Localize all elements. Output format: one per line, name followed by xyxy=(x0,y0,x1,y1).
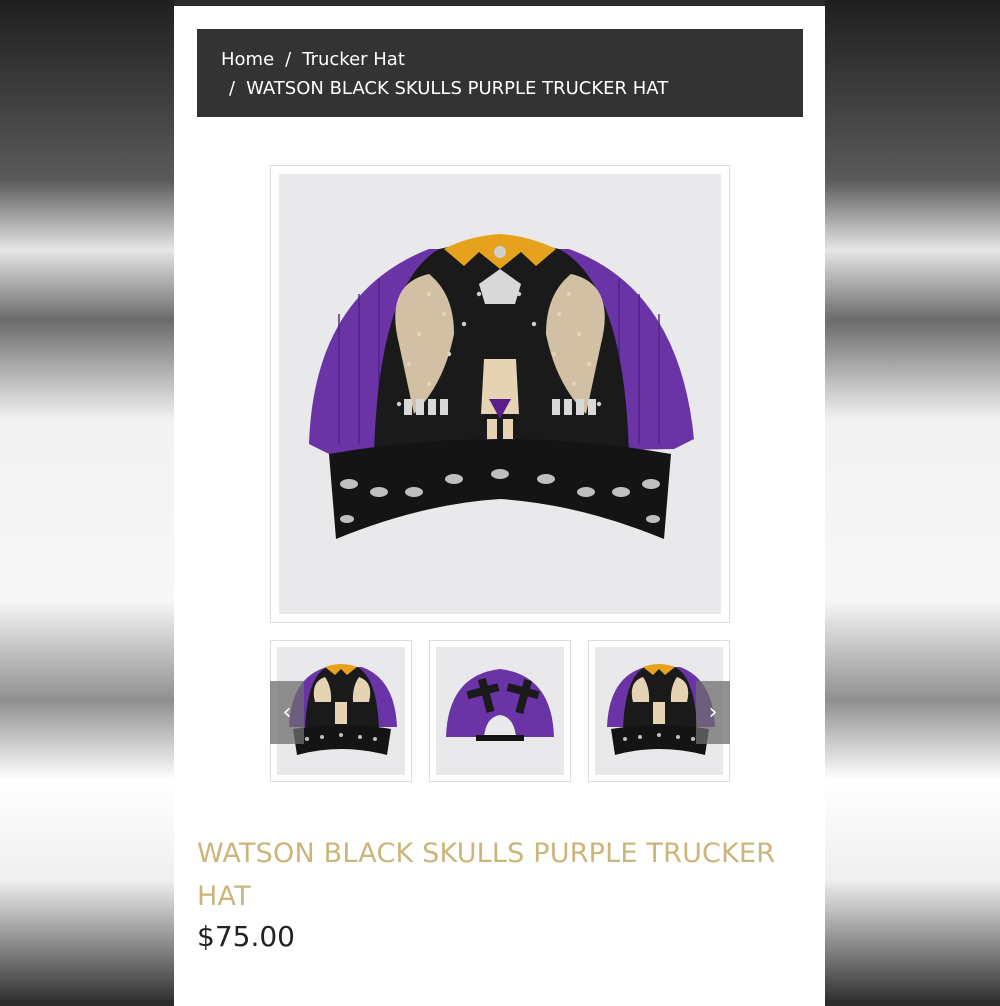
thumbnail-carousel: ‹ › xyxy=(270,640,730,782)
breadcrumb-current: WATSON BLACK SKULLS PURPLE TRUCKER HAT xyxy=(246,78,669,99)
breadcrumb-home-link[interactable]: Home xyxy=(221,45,274,74)
carousel-next-button[interactable]: › xyxy=(696,681,730,744)
hat-front-illustration xyxy=(309,234,694,539)
product-page: Home / Trucker Hat / WATSON BLACK SKULLS… xyxy=(174,6,825,1006)
chevron-left-icon: ‹ xyxy=(282,700,292,725)
thumbnail-front-2[interactable]: › xyxy=(588,640,730,782)
breadcrumb: Home / Trucker Hat / WATSON BLACK SKULLS… xyxy=(197,29,803,117)
breadcrumb-separator: / xyxy=(229,78,236,99)
breadcrumb-separator: / xyxy=(285,49,292,70)
main-product-image[interactable] xyxy=(270,165,730,623)
chevron-right-icon: › xyxy=(708,700,718,725)
hat-back-thumbnail xyxy=(446,669,554,741)
background-right xyxy=(825,0,1000,1000)
product-title: WATSON BLACK SKULLS PURPLE TRUCKER HAT xyxy=(197,838,776,912)
thumbnail-front-1[interactable]: ‹ xyxy=(270,640,412,782)
breadcrumb-category-link[interactable]: Trucker Hat xyxy=(302,45,405,74)
product-price: $75.00 xyxy=(197,920,295,953)
carousel-prev-button[interactable]: ‹ xyxy=(270,681,304,744)
product-photo xyxy=(279,174,721,614)
thumbnail-back[interactable] xyxy=(429,640,571,782)
background-left xyxy=(0,0,174,1000)
